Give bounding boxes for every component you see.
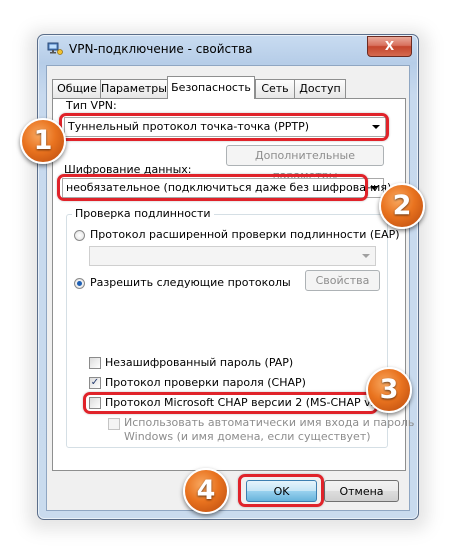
step-badge-1: 1 [20, 118, 66, 164]
chevron-down-icon [362, 254, 370, 258]
close-button[interactable]: X [367, 36, 412, 57]
tab-network[interactable]: Сеть [255, 79, 295, 98]
chevron-down-icon [370, 186, 378, 190]
auto-login-label-line1: Использовать автоматически имя входа и п… [124, 416, 415, 429]
step-badge-3: 3 [366, 367, 412, 413]
highlight-mschap [83, 392, 378, 414]
chap-label: Протокол проверки пароля (CHAP) [105, 376, 306, 389]
highlight-vpn-type [59, 113, 389, 141]
tab-general[interactable]: Общие [52, 79, 102, 98]
tab-options[interactable]: Параметры [100, 79, 168, 98]
allow-protocols-radio[interactable] [74, 278, 85, 289]
authentication-group-title: Проверка подлинности [72, 207, 214, 220]
step-badge-4: 4 [183, 468, 229, 514]
eap-radio[interactable] [74, 230, 85, 241]
advanced-settings-button[interactable]: Дополнительные параметры [226, 145, 384, 182]
vpn-type-label: Тип VPN: [66, 99, 117, 112]
highlight-ok [238, 474, 324, 507]
auto-login-label-line2: Windows (и имя домена, если существует) [124, 430, 371, 443]
title-bar[interactable]: VPN-подключение - свойства X [38, 35, 418, 63]
pap-checkbox[interactable] [89, 357, 101, 369]
eap-select[interactable] [89, 246, 376, 266]
chap-checkbox[interactable]: ✓ [89, 377, 101, 389]
tab-sharing[interactable]: Доступ [294, 79, 346, 98]
auto-login-checkbox[interactable] [108, 418, 120, 430]
eap-radio-label: Протокол расширенной проверки подлинност… [90, 228, 400, 241]
tab-security[interactable]: Безопасность [167, 76, 255, 99]
pap-label: Незашифрованный пароль (PAP) [105, 356, 294, 369]
properties-button[interactable]: Свойства [305, 270, 380, 291]
cancel-button[interactable]: Отмена [324, 480, 399, 502]
close-icon: X [384, 39, 395, 53]
highlight-encryption [57, 174, 368, 201]
window-title: VPN-подключение - свойства [69, 42, 253, 56]
allow-protocols-label: Разрешить следующие протоколы [90, 276, 291, 289]
step-badge-2: 2 [379, 183, 425, 229]
network-connection-icon [47, 42, 63, 55]
